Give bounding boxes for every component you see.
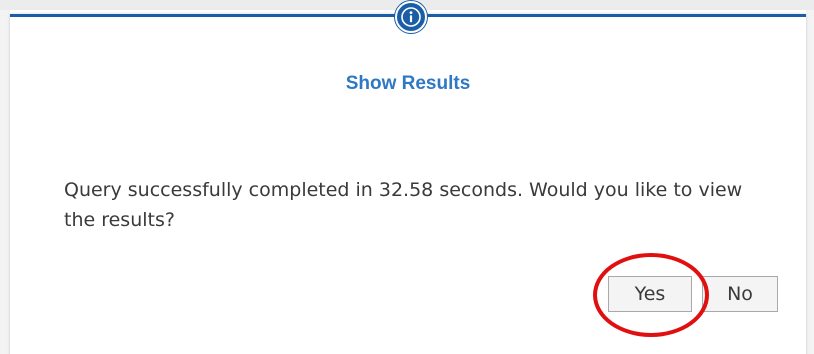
no-button[interactable]: No — [702, 276, 778, 312]
dialog-title: Show Results — [345, 73, 471, 94]
yes-button[interactable]: Yes — [608, 276, 692, 312]
screen: Show Results Query successfully complete… — [0, 0, 814, 354]
dialog-message: Query successfully completed in 32.58 se… — [64, 179, 743, 231]
background-left — [0, 10, 10, 354]
background-right — [806, 10, 814, 354]
info-icon — [395, 1, 427, 33]
